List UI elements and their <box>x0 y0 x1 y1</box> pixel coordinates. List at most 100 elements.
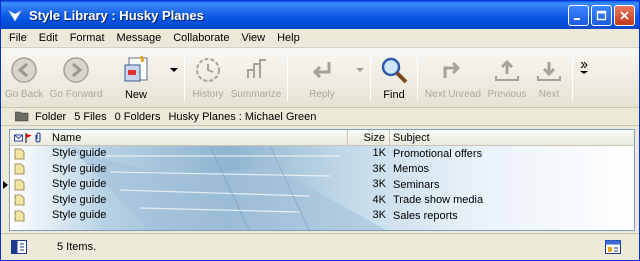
app-logo-icon <box>8 10 22 22</box>
table-row[interactable]: Style guide 3K Seminars <box>10 177 634 193</box>
summarize-button[interactable]: Summarize <box>228 48 284 107</box>
next-unread-icon <box>443 61 461 78</box>
go-back-button[interactable]: Go Back <box>1 48 47 107</box>
menu-help[interactable]: Help <box>271 29 306 48</box>
previous-icon <box>495 59 519 81</box>
toolbar-separator <box>417 54 418 101</box>
toolbar-separator <box>184 54 185 101</box>
previous-label: Previous <box>487 89 527 100</box>
new-label: New <box>124 89 147 101</box>
overflow-chevron-icon <box>580 61 588 74</box>
row-subject: Seminars <box>393 178 440 191</box>
window-title: Style Library : Husky Planes <box>29 7 204 23</box>
row-name: Style guide <box>52 162 107 175</box>
next-icon <box>537 62 561 81</box>
column-size-header[interactable]: Size <box>348 130 390 146</box>
files-count: 5 Files <box>74 110 107 123</box>
table-row[interactable]: Style guide 3K Sales reports <box>10 208 634 224</box>
column-subject-header[interactable]: Subject <box>390 130 634 146</box>
folder-info-bar: Folder 5 Files 0 Folders Husky Planes : … <box>1 108 639 126</box>
folders-count: 0 Folders <box>114 110 161 123</box>
menu-bar: File Edit Format Message Collaborate Vie… <box>1 29 639 48</box>
table-row[interactable]: Style guide 4K Trade show media <box>10 193 634 209</box>
status-bar: 5 Items. <box>1 233 639 260</box>
reply-button[interactable]: Reply <box>291 48 353 107</box>
history-label: History <box>192 89 224 100</box>
document-icon <box>14 148 25 160</box>
folder-path: Husky Planes : Michael Green <box>168 110 317 123</box>
row-size: 3K <box>372 162 386 175</box>
toolbar-overflow-button[interactable] <box>576 48 592 107</box>
list-rows: Style guide 1K Promotional offers Style … <box>10 146 634 224</box>
toolbar: Go Back Go Forward New History Summarize… <box>1 48 639 108</box>
panel-toggle-icon[interactable] <box>11 240 27 254</box>
magnifier-icon <box>381 57 408 84</box>
row-subject: Memos <box>393 163 430 176</box>
envelope-icon <box>14 134 23 141</box>
menu-edit[interactable]: Edit <box>33 29 64 48</box>
previous-button[interactable]: Previous <box>485 48 529 107</box>
document-icon <box>14 210 25 222</box>
next-button[interactable]: Next <box>529 48 569 107</box>
folder-icon <box>15 111 29 122</box>
reply-icon <box>312 62 331 79</box>
flag-columns[interactable] <box>10 132 52 143</box>
paperclip-icon <box>35 132 41 143</box>
forward-arrow-icon <box>63 57 89 83</box>
history-button[interactable]: History <box>188 48 228 107</box>
menu-message[interactable]: Message <box>111 29 168 48</box>
menu-format[interactable]: Format <box>64 29 111 48</box>
row-subject: Sales reports <box>393 209 458 222</box>
find-label: Find <box>383 89 405 101</box>
row-name: Style guide <box>52 178 107 191</box>
row-name: Style guide <box>52 147 107 160</box>
go-forward-label: Go Forward <box>49 89 103 100</box>
toolbar-separator <box>287 54 288 101</box>
row-subject: Trade show media <box>393 194 484 207</box>
next-unread-button[interactable]: Next Unread <box>421 48 485 107</box>
new-button[interactable]: New <box>105 48 167 107</box>
row-name: Style guide <box>52 209 107 222</box>
history-icon <box>196 58 220 82</box>
next-unread-label: Next Unread <box>424 89 482 100</box>
title-bar[interactable]: Style Library : Husky Planes <box>1 1 639 29</box>
toolbar-separator <box>572 54 573 101</box>
selection-pointer-icon <box>3 181 8 189</box>
message-list[interactable]: Name Size Subject Style guide 1K Promoti… <box>9 129 635 231</box>
list-header: Name Size Subject <box>10 130 634 146</box>
close-icon <box>620 10 629 20</box>
maximize-icon <box>596 10 607 20</box>
find-button[interactable]: Find <box>374 48 414 107</box>
reply-dropdown-button[interactable] <box>353 48 367 107</box>
menu-view[interactable]: View <box>235 29 271 48</box>
row-size: 4K <box>372 193 386 206</box>
row-name: Style guide <box>52 193 107 206</box>
maximize-button[interactable] <box>591 4 612 26</box>
document-icon <box>14 194 25 206</box>
column-name-header[interactable]: Name <box>52 130 348 146</box>
new-dropdown-button[interactable] <box>167 48 181 107</box>
flag-icon <box>25 132 32 143</box>
row-size: 1K <box>372 147 386 160</box>
back-arrow-icon <box>11 57 37 83</box>
row-size: 3K <box>372 209 386 222</box>
table-row[interactable]: Style guide 3K Memos <box>10 162 634 178</box>
menu-file[interactable]: File <box>3 29 33 48</box>
chevron-down-icon <box>356 68 364 72</box>
close-button[interactable] <box>614 4 635 26</box>
chevron-down-icon <box>170 68 178 72</box>
reply-label: Reply <box>309 89 335 100</box>
go-forward-button[interactable]: Go Forward <box>47 48 105 107</box>
table-row[interactable]: Style guide 1K Promotional offers <box>10 146 634 162</box>
row-size: 3K <box>372 178 386 191</box>
menu-collaborate[interactable]: Collaborate <box>167 29 235 48</box>
status-text: 5 Items. <box>57 241 97 253</box>
minimize-button[interactable] <box>568 4 589 26</box>
minimize-icon <box>574 17 580 20</box>
folder-label: Folder <box>35 110 67 123</box>
toolbar-separator <box>370 54 371 101</box>
preview-pane-icon[interactable] <box>605 240 621 254</box>
app-window: Style Library : Husky Planes File Edit F… <box>0 0 640 261</box>
row-subject: Promotional offers <box>393 147 483 160</box>
next-label: Next <box>538 89 560 100</box>
